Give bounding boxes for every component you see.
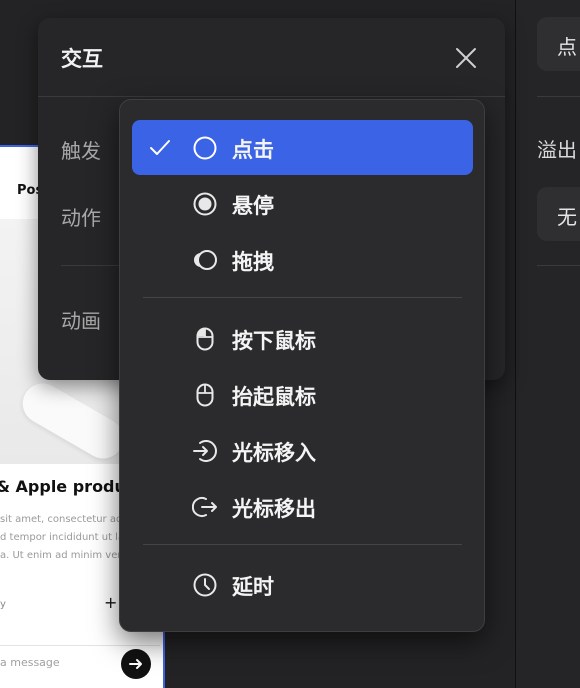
preview-small-text: y (0, 599, 6, 610)
menu-item-label: 光标移出 (232, 497, 316, 521)
cursor-enter-icon (193, 440, 217, 462)
menu-separator (143, 544, 462, 545)
product-shape (15, 376, 131, 466)
menu-item-label: 拖拽 (232, 250, 274, 274)
properties-panel: 点 溢出 无 (516, 0, 580, 688)
send-button[interactable] (121, 649, 151, 679)
menu-item-label: 延时 (232, 575, 274, 599)
radio-filled-icon (193, 192, 217, 216)
trigger-field[interactable]: 点 (537, 17, 580, 71)
menu-item-label: 悬停 (232, 194, 274, 218)
mouse-down-icon (196, 327, 214, 351)
menu-item-drag[interactable]: 拖拽 (132, 232, 473, 287)
overflow-label: 溢出 (537, 138, 577, 162)
drag-circles-icon (194, 250, 217, 270)
cursor-exit-icon (192, 497, 217, 517)
arrow-right-icon (129, 659, 142, 669)
menu-item-mouse-up[interactable]: 抬起鼠标 (132, 367, 473, 422)
clock-icon (193, 573, 217, 597)
action-label: 动作 (61, 206, 101, 230)
menu-item-cursor-enter[interactable]: 光标移入 (132, 423, 473, 478)
menu-item-click[interactable]: 点击 (132, 120, 473, 175)
animation-label: 动画 (61, 309, 101, 333)
menu-item-delay[interactable]: 延时 (132, 557, 473, 612)
menu-item-label: 按下鼠标 (232, 329, 316, 353)
panel-header: 交互 (38, 18, 505, 96)
menu-item-mouse-down[interactable]: 按下鼠标 (132, 311, 473, 366)
menu-item-label: 光标移入 (232, 441, 316, 465)
check-icon (150, 140, 170, 155)
overflow-value: 无 (557, 205, 577, 229)
panel-title: 交互 (61, 47, 103, 71)
divider (38, 96, 505, 97)
message-placeholder: a message (0, 656, 60, 669)
trigger-label: 触发 (61, 139, 101, 163)
plus-icon[interactable]: + (104, 593, 117, 612)
close-icon (456, 48, 476, 68)
menu-item-label: 点击 (232, 138, 274, 162)
mouse-up-icon (196, 383, 214, 407)
trigger-field-value: 点 (557, 35, 577, 59)
divider (537, 96, 580, 97)
close-button[interactable] (451, 43, 481, 73)
menu-separator (143, 297, 462, 298)
trigger-dropdown-menu: 点击 悬停 拖拽 按下鼠标 抬起鼠标 光标移入 光标移出 延时 (119, 99, 485, 632)
divider (537, 265, 580, 266)
circle-outline-icon (193, 136, 217, 160)
menu-item-hover[interactable]: 悬停 (132, 176, 473, 231)
overflow-select[interactable]: 无 (537, 187, 580, 241)
menu-item-cursor-exit[interactable]: 光标移出 (132, 479, 473, 534)
menu-item-label: 抬起鼠标 (232, 385, 316, 409)
